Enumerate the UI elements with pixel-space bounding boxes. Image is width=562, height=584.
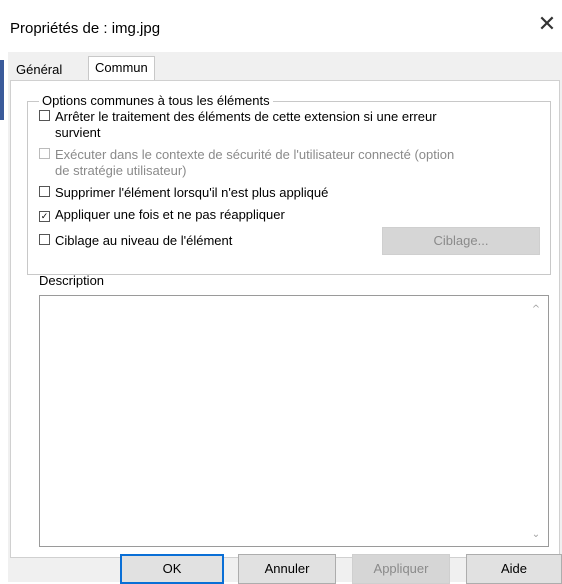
chevron-up-icon[interactable]: ^ [530, 304, 542, 315]
close-icon[interactable]: ✕ [536, 14, 558, 36]
window-title: Propriétés de : img.jpg [10, 20, 161, 37]
chevron-down-icon[interactable]: ⌄ [530, 529, 542, 540]
option-remove-when-not-applied[interactable]: Supprimer l'élément lorsqu'il n'est plus… [39, 185, 328, 201]
stop-on-error-checkbox[interactable] [39, 110, 50, 121]
apply-once-checkbox[interactable]: ✓ [39, 211, 50, 222]
properties-dialog: Propriétés de : img.jpg ✕ Général Commun… [8, 0, 562, 584]
stop-on-error-label-1: Arrêter le traitement des éléments de ce… [55, 109, 437, 124]
option-apply-once[interactable]: ✓ Appliquer une fois et ne pas réapplique… [39, 207, 285, 223]
stop-on-error-label-2: survient [55, 125, 101, 140]
targeting-button[interactable]: Ciblage... [382, 227, 540, 255]
tab-panel-commun: Options communes à tous les éléments Arr… [10, 80, 560, 558]
item-targeting-checkbox[interactable] [39, 234, 50, 245]
background-window-edge [0, 60, 4, 120]
remove-when-not-applied-checkbox[interactable] [39, 186, 50, 197]
option-stop-on-error[interactable]: Arrêter le traitement des éléments de ce… [39, 109, 525, 141]
apply-button[interactable]: Appliquer [352, 554, 450, 584]
description-textarea[interactable]: ^ ⌄ [39, 295, 549, 547]
ok-button[interactable]: OK [120, 554, 224, 584]
cancel-button[interactable]: Annuler [238, 554, 336, 584]
options-group-legend: Options communes à tous les éléments [39, 93, 273, 108]
remove-when-not-applied-label: Supprimer l'élément lorsqu'il n'est plus… [55, 185, 329, 200]
apply-once-label: Appliquer une fois et ne pas réappliquer [55, 207, 285, 222]
check-icon: ✓ [40, 211, 49, 221]
tab-commun[interactable]: Commun [88, 56, 155, 81]
description-label: Description [39, 273, 105, 288]
help-button[interactable]: Aide [466, 554, 562, 584]
run-as-user-label-1: Exécuter dans le contexte de sécurité de… [55, 147, 455, 162]
option-item-targeting[interactable]: Ciblage au niveau de l'élément [39, 233, 232, 249]
tab-general[interactable]: Général [10, 60, 68, 80]
title-bar: Propriétés de : img.jpg ✕ [8, 0, 562, 52]
run-as-user-label-2: de stratégie utilisateur) [55, 163, 187, 178]
run-as-user-checkbox [39, 148, 50, 159]
item-targeting-label: Ciblage au niveau de l'élément [55, 233, 233, 248]
option-run-as-user: Exécuter dans le contexte de sécurité de… [39, 147, 525, 179]
